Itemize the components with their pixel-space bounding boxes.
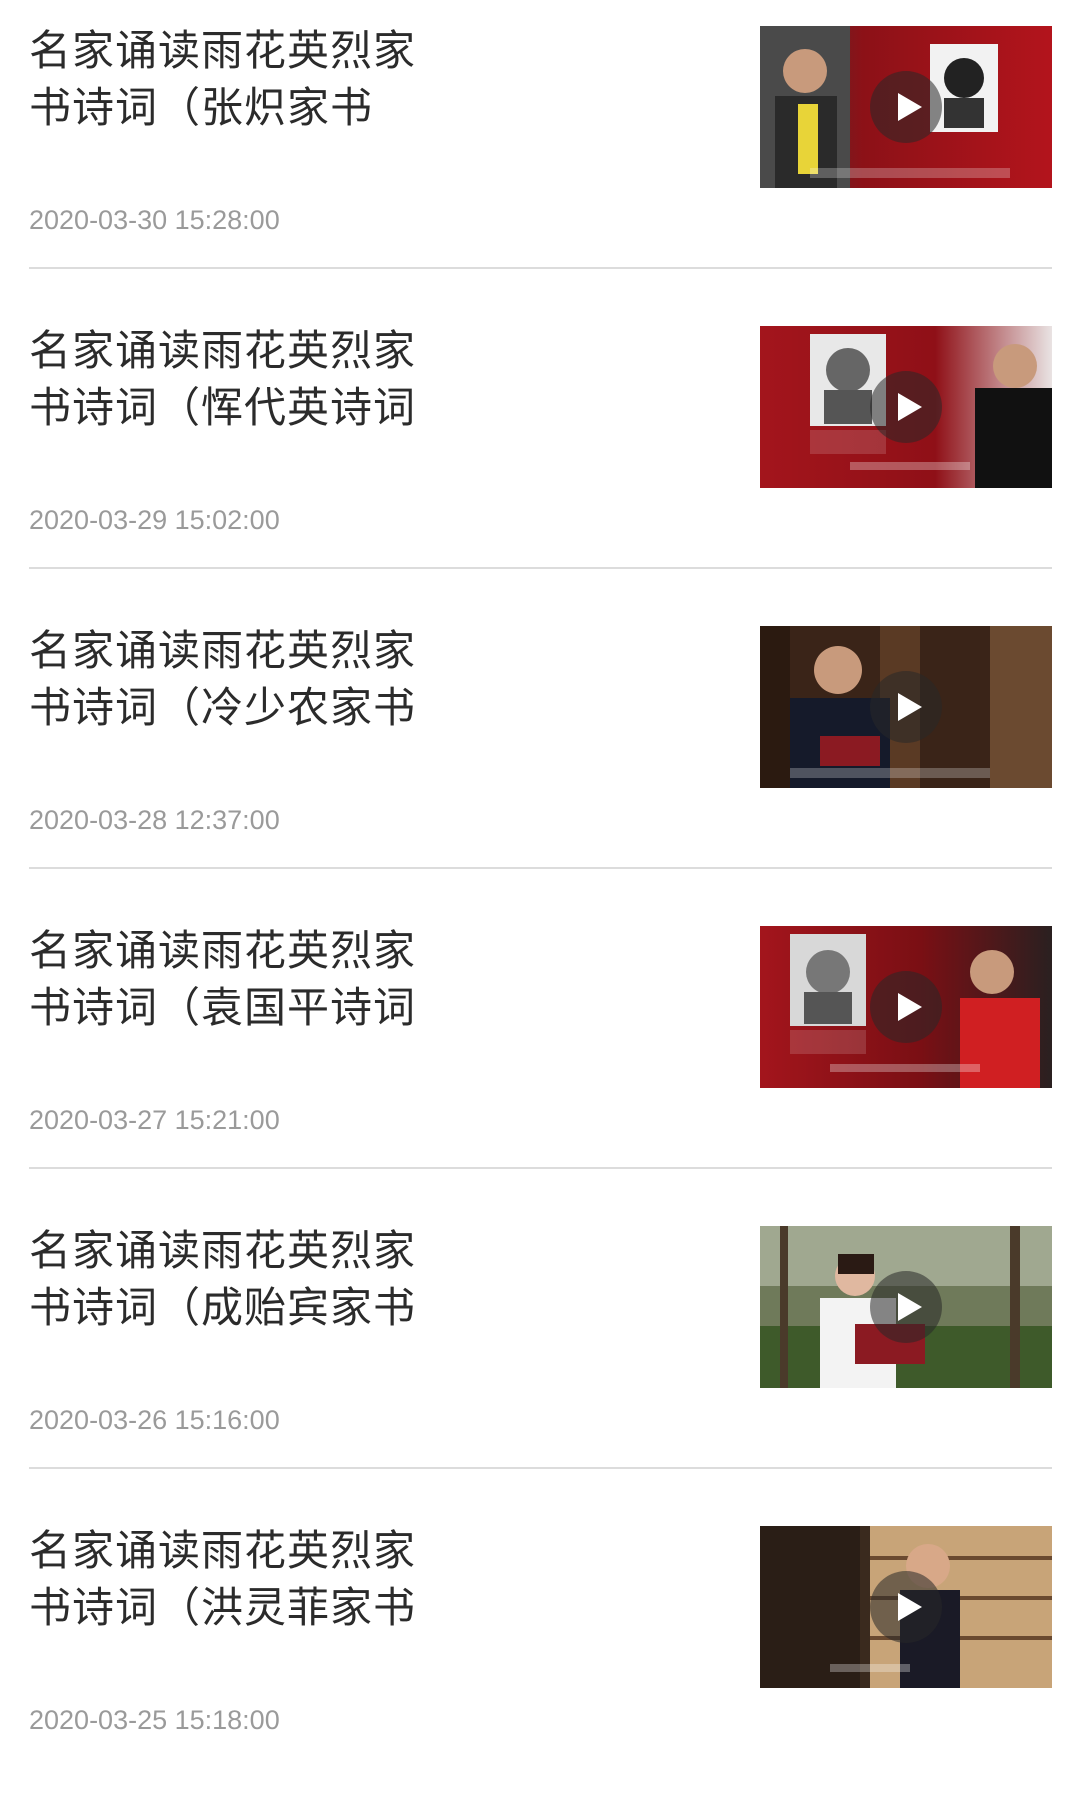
video-thumbnail[interactable] bbox=[760, 1226, 1052, 1388]
video-thumbnail[interactable] bbox=[760, 926, 1052, 1088]
video-title[interactable]: 名家诵读雨花英烈家 书诗词（洪灵菲家书 bbox=[29, 1522, 459, 1636]
video-title[interactable]: 名家诵读雨花英烈家 书诗词（成贻宾家书 bbox=[29, 1222, 459, 1336]
divider bbox=[29, 1467, 1052, 1469]
video-title[interactable]: 名家诵读雨花英烈家 书诗词（张炽家书 bbox=[29, 22, 459, 136]
divider bbox=[29, 267, 1052, 269]
publish-date: 2020-03-29 15:02:00 bbox=[29, 505, 280, 535]
video-title[interactable]: 名家诵读雨花英烈家 书诗词（恽代英诗词 bbox=[29, 322, 459, 436]
divider bbox=[29, 1167, 1052, 1169]
play-icon[interactable] bbox=[870, 71, 942, 143]
publish-date: 2020-03-27 15:21:00 bbox=[29, 1105, 280, 1135]
divider bbox=[29, 567, 1052, 569]
play-icon[interactable] bbox=[870, 671, 942, 743]
divider bbox=[29, 867, 1052, 869]
video-thumbnail[interactable] bbox=[760, 1526, 1052, 1688]
play-icon[interactable] bbox=[870, 371, 942, 443]
publish-date: 2020-03-28 12:37:00 bbox=[29, 805, 280, 835]
list-item[interactable]: 名家诵读雨花英烈家 书诗词（冷少农家书 2020-03-28 12:37:00 bbox=[29, 600, 1052, 899]
list-item[interactable]: 名家诵读雨花英烈家 书诗词（洪灵菲家书 2020-03-25 15:18:00 bbox=[29, 1500, 1052, 1799]
list-item[interactable]: 名家诵读雨花英烈家 书诗词（恽代英诗词 2020-03-29 15:02:00 bbox=[29, 300, 1052, 599]
video-title[interactable]: 名家诵读雨花英烈家 书诗词（冷少农家书 bbox=[29, 622, 459, 736]
video-title[interactable]: 名家诵读雨花英烈家 书诗词（袁国平诗词 bbox=[29, 922, 459, 1036]
publish-date: 2020-03-30 15:28:00 bbox=[29, 205, 280, 235]
video-thumbnail[interactable] bbox=[760, 26, 1052, 188]
play-icon[interactable] bbox=[870, 1271, 942, 1343]
publish-date: 2020-03-25 15:18:00 bbox=[29, 1705, 280, 1735]
video-thumbnail[interactable] bbox=[760, 326, 1052, 488]
list-item[interactable]: 名家诵读雨花英烈家 书诗词（成贻宾家书 2020-03-26 15:16:00 bbox=[29, 1200, 1052, 1499]
video-thumbnail[interactable] bbox=[760, 626, 1052, 788]
list-item[interactable]: 名家诵读雨花英烈家 书诗词（张炽家书 2020-03-30 15:28:00 bbox=[29, 0, 1052, 299]
list-item[interactable]: 名家诵读雨花英烈家 书诗词（袁国平诗词 2020-03-27 15:21:00 bbox=[29, 900, 1052, 1199]
play-icon[interactable] bbox=[870, 1571, 942, 1643]
publish-date: 2020-03-26 15:16:00 bbox=[29, 1405, 280, 1435]
play-icon[interactable] bbox=[870, 971, 942, 1043]
